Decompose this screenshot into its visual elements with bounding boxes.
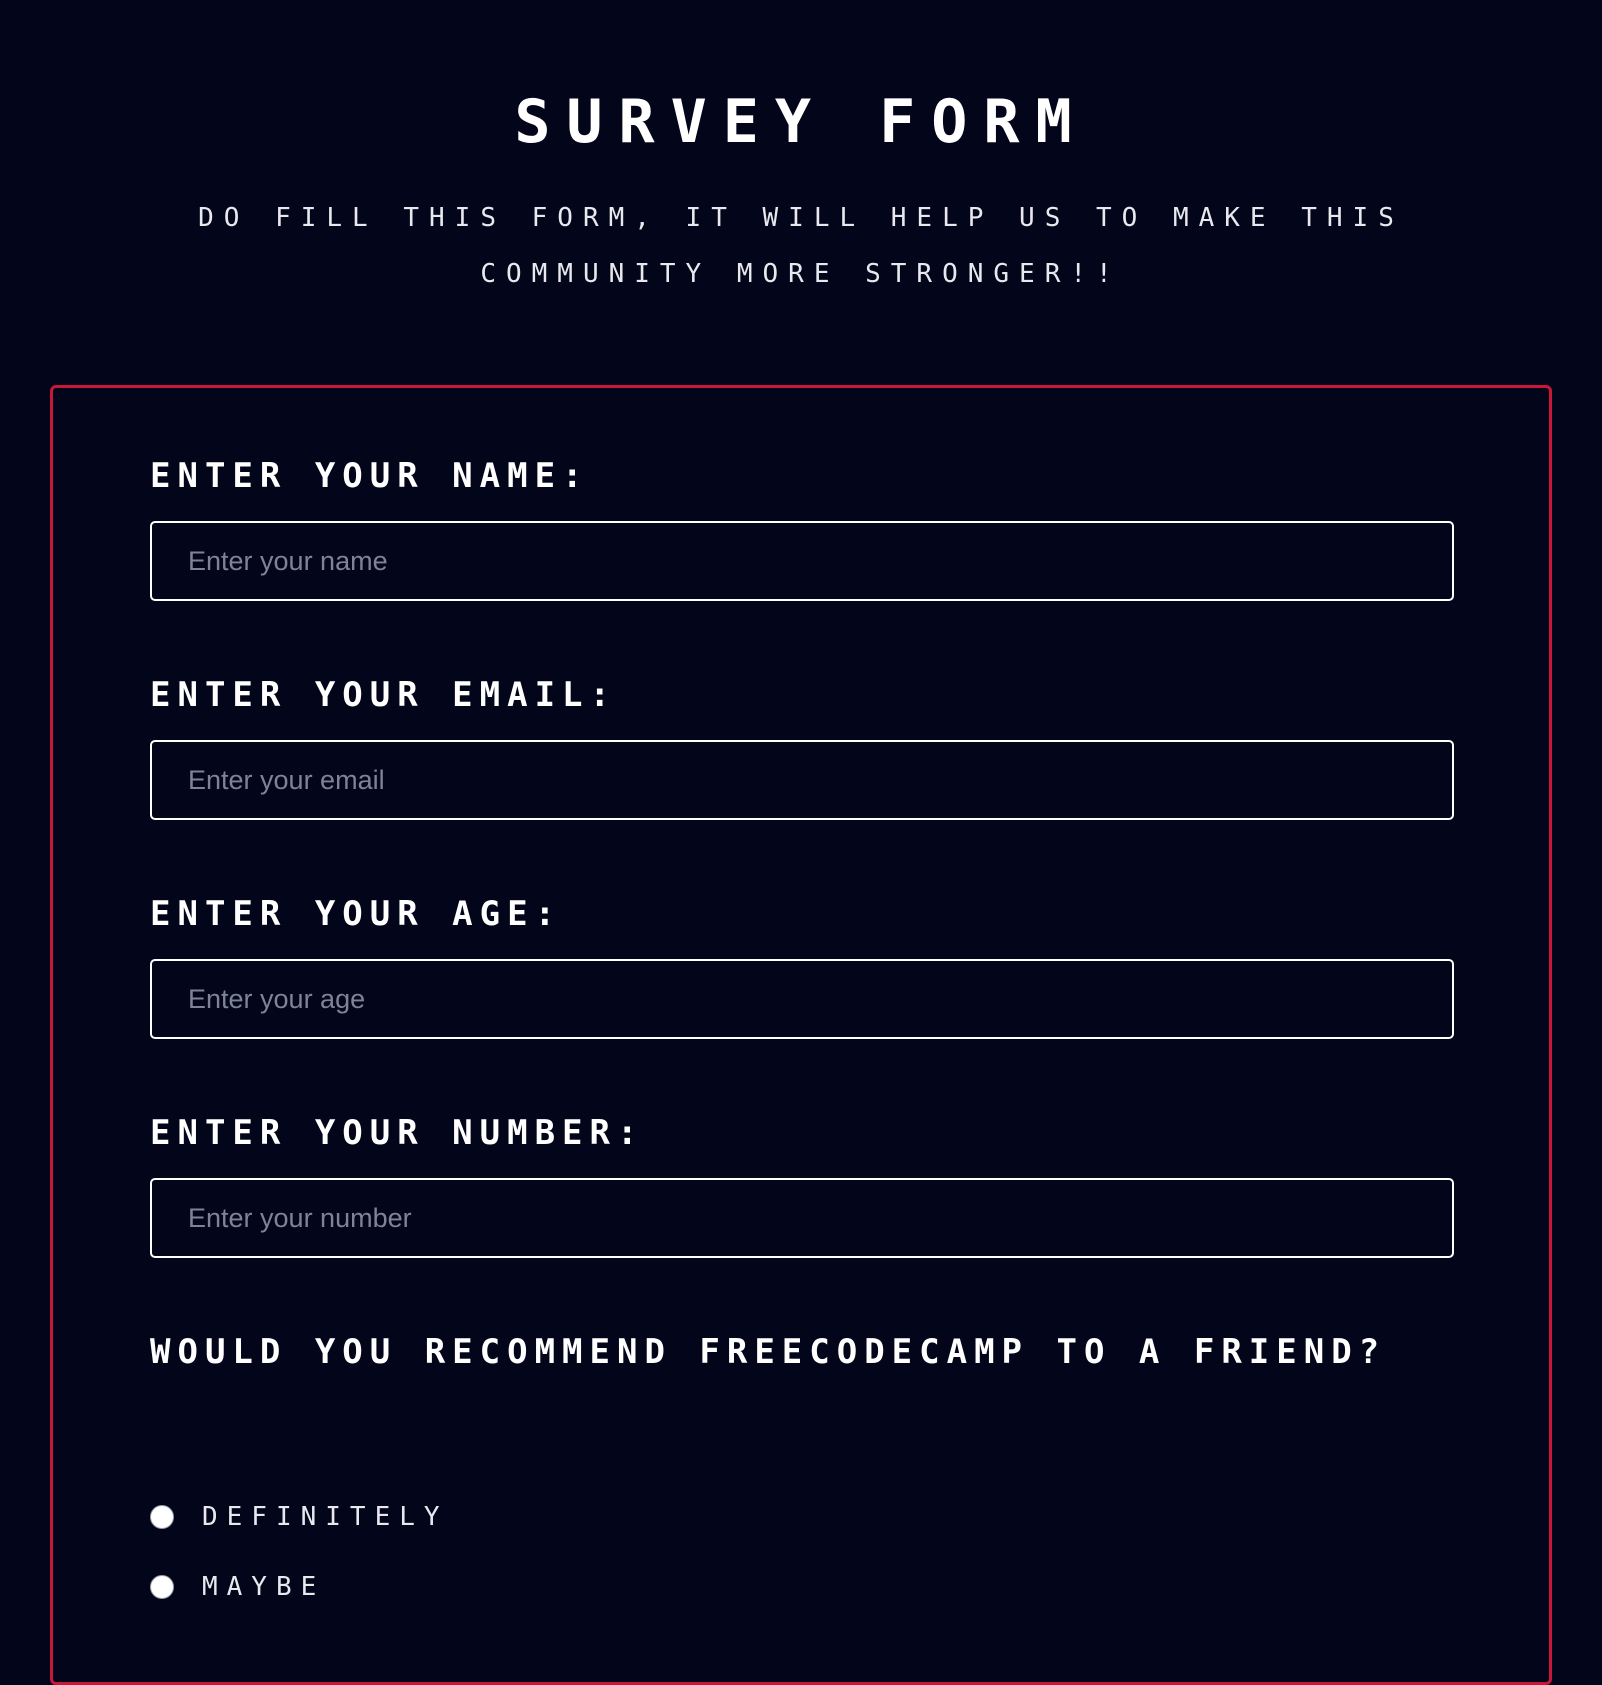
number-label: Enter your number:: [150, 1113, 645, 1153]
page-title: Survey Form: [514, 87, 1088, 157]
email-input[interactable]: [150, 740, 1454, 820]
number-input[interactable]: [150, 1178, 1454, 1258]
radio-label-maybe: Maybe: [202, 1572, 326, 1602]
radio-option-maybe[interactable]: Maybe: [150, 1567, 325, 1607]
age-label: Enter your age:: [150, 894, 563, 934]
radio-button-definitely[interactable]: [150, 1505, 174, 1529]
recommend-question: Would you recommend freeCodeCamp to a fr…: [150, 1332, 1387, 1372]
email-label: Enter your email:: [150, 675, 617, 715]
age-input[interactable]: [150, 959, 1454, 1039]
radio-label-definitely: Definitely: [202, 1502, 449, 1532]
page-description: Do fill this form, it will help us to ma…: [198, 203, 1404, 289]
name-input[interactable]: [150, 521, 1454, 601]
radio-option-definitely[interactable]: Definitely: [150, 1497, 449, 1537]
radio-button-maybe[interactable]: [150, 1575, 174, 1599]
name-label: Enter your name:: [150, 456, 590, 496]
